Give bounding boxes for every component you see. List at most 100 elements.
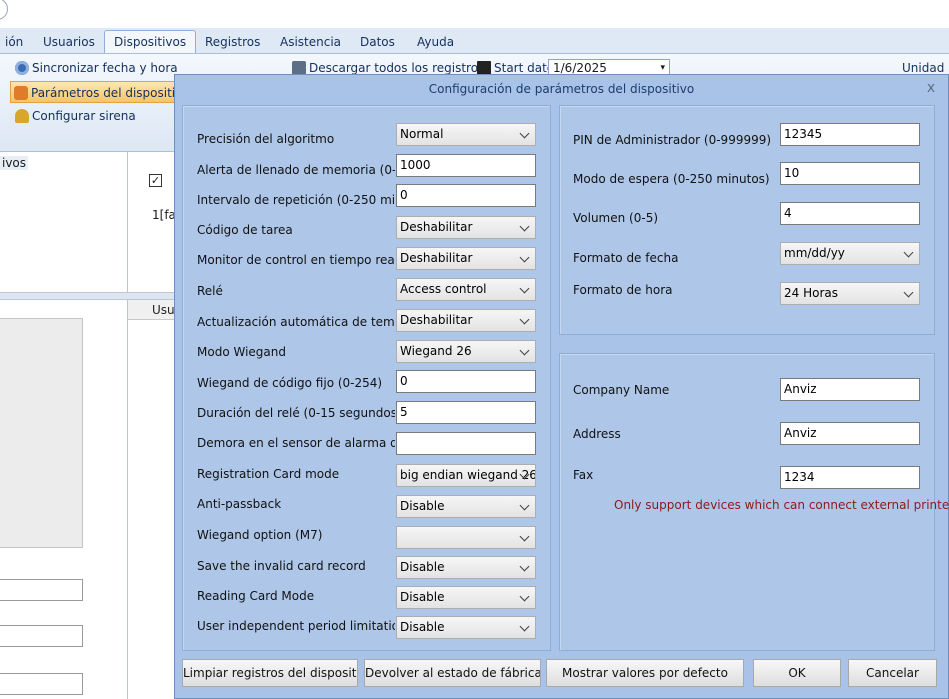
device-checkbox[interactable]: ✓ <box>149 174 162 187</box>
date-format-value: mm/dd/yy <box>784 246 845 260</box>
bell-icon <box>15 109 29 123</box>
anti-passback-label: Anti-passback <box>197 497 282 511</box>
reading-mode-select[interactable]: Disable <box>396 586 536 609</box>
settings-icon <box>14 86 28 100</box>
background-input[interactable] <box>0 673 83 695</box>
save-invalid-select[interactable]: Disable <box>396 556 536 579</box>
algo-precision-select[interactable]: Normal <box>396 123 536 146</box>
relay-duration-label: Duración del relé (0-15 segundos) <box>197 406 395 420</box>
time-format-value: 24 Horas <box>784 286 838 300</box>
photo-area <box>0 318 83 548</box>
cancel-button[interactable]: Cancelar <box>848 659 937 687</box>
clock-icon <box>15 61 29 75</box>
chevron-down-icon <box>904 247 914 259</box>
user-period-label: User independent period limitation <box>197 619 395 633</box>
device-params-dialog: Configuración de parámetros del disposit… <box>174 74 949 699</box>
repeat-interval-input[interactable]: 0 <box>396 184 536 207</box>
chevron-down-icon <box>520 531 530 543</box>
realtime-monitor-select[interactable]: Deshabilitar <box>396 247 536 270</box>
admin-pin-label: PIN de Administrador (0-999999) <box>573 133 772 147</box>
memory-alert-label: Alerta de llenado de memoria (0-5000 <box>197 163 395 177</box>
relay-value: Access control <box>400 282 487 296</box>
wiegand-mode-select[interactable]: Wiegand 26 <box>396 340 536 363</box>
wiegand-mode-label: Modo Wiegand <box>197 345 286 359</box>
chevron-down-icon <box>520 500 530 512</box>
wiegand-option-select[interactable] <box>396 526 536 549</box>
tab-dispositivos[interactable]: Dispositivos <box>104 30 197 53</box>
admin-pin-input[interactable]: 12345 <box>780 123 920 146</box>
time-format-select[interactable]: 24 Horas <box>780 282 920 305</box>
memory-alert-input[interactable]: 1000 <box>396 154 536 177</box>
factory-reset-button[interactable]: Devolver al estado de fábrica <box>364 659 541 687</box>
task-code-label: Código de tarea <box>197 223 293 237</box>
chevron-down-icon <box>520 128 530 140</box>
address-label: Address <box>573 427 621 441</box>
user-period-select[interactable]: Disable <box>396 616 536 639</box>
tree-label: ivos <box>0 156 29 170</box>
tab-asistencia[interactable]: Asistencia <box>271 31 350 54</box>
clear-records-button[interactable]: Limpiar registros del dispositivo <box>182 659 358 687</box>
close-icon[interactable]: x <box>922 79 940 97</box>
time-format-label: Formato de hora <box>573 283 673 297</box>
device-params-button[interactable]: Parámetros del dispositivo <box>10 81 190 103</box>
fax-label: Fax <box>573 468 594 482</box>
sensor-delay-input[interactable] <box>396 432 536 455</box>
config-siren-label: Configurar sirena <box>32 109 136 123</box>
save-invalid-label: Save the invalid card record <box>197 559 366 573</box>
dialog-title: Configuración de parámetros del disposit… <box>428 82 695 96</box>
ok-button[interactable]: OK <box>753 659 841 687</box>
relay-select[interactable]: Access control <box>396 278 536 301</box>
background-input[interactable] <box>0 579 83 601</box>
date-format-label: Formato de fecha <box>573 251 679 265</box>
relay-label: Relé <box>197 284 223 298</box>
wiegand-mode-value: Wiegand 26 <box>400 344 472 358</box>
config-siren-button[interactable]: Configurar sirena <box>12 105 136 127</box>
tab-partial[interactable]: ión <box>0 31 32 54</box>
wiegand-fixed-input[interactable]: 0 <box>396 370 536 393</box>
device-params-label: Parámetros del dispositivo <box>31 86 190 100</box>
tab-usuarios[interactable]: Usuarios <box>34 31 104 54</box>
user-period-value: Disable <box>400 620 445 634</box>
app-titlebar <box>0 0 949 28</box>
volume-input[interactable]: 4 <box>780 202 920 225</box>
standby-input[interactable]: 10 <box>780 162 920 185</box>
tab-registros[interactable]: Registros <box>196 31 269 54</box>
algo-precision-value: Normal <box>400 127 444 141</box>
relay-duration-input[interactable]: 5 <box>396 401 536 424</box>
show-defaults-button[interactable]: Mostrar valores por defecto <box>546 659 744 687</box>
repeat-interval-label: Intervalo de repetición (0-250 minutos <box>197 193 395 207</box>
address-input[interactable]: Anviz <box>780 422 920 445</box>
chevron-down-icon <box>520 561 530 573</box>
wiegand-fixed-label: Wiegand de código fijo (0-254) <box>197 376 383 390</box>
reading-mode-value: Disable <box>400 590 445 604</box>
calendar-icon <box>477 61 491 75</box>
tab-datos[interactable]: Datos <box>351 31 404 54</box>
sensor-delay-label: Demora en el sensor de alarma de pu <box>197 436 395 450</box>
reg-card-mode-label: Registration Card mode <box>197 467 340 481</box>
device-tree-panel: ivos <box>0 152 128 292</box>
sync-time-button[interactable]: Sincronizar fecha y hora <box>12 57 178 79</box>
task-code-select[interactable]: Deshabilitar <box>396 216 536 239</box>
company-label: Company Name <box>573 383 670 397</box>
background-input[interactable] <box>0 625 83 647</box>
download-all-label: Descargar todos los registros <box>309 61 485 75</box>
tab-ayuda[interactable]: Ayuda <box>408 31 463 54</box>
start-date-value: 1/6/2025 <box>553 61 607 75</box>
company-input[interactable]: Anviz <box>780 378 920 401</box>
anti-passback-select[interactable]: Disable <box>396 495 536 518</box>
auto-template-select[interactable]: Deshabilitar <box>396 309 536 332</box>
printer-note: Only support devices which can connect e… <box>614 498 949 512</box>
chevron-down-icon <box>520 252 530 264</box>
volume-label: Volumen (0-5) <box>573 211 659 225</box>
auto-template-label: Actualización automática de templat <box>197 315 395 329</box>
fax-input[interactable]: 1234 <box>780 466 920 489</box>
chevron-down-icon <box>520 469 530 481</box>
chevron-down-icon <box>520 591 530 603</box>
algo-precision-label: Precisión del algoritmo <box>197 132 335 146</box>
date-format-select[interactable]: mm/dd/yy <box>780 242 920 265</box>
reading-mode-label: Reading Card Mode <box>197 589 315 603</box>
reg-card-mode-select[interactable]: big endian wiegand 26 <box>396 464 536 487</box>
chevron-down-icon <box>520 221 530 233</box>
wiegand-option-label: Wiegand option (M7) <box>197 528 323 542</box>
task-code-value: Deshabilitar <box>400 220 473 234</box>
